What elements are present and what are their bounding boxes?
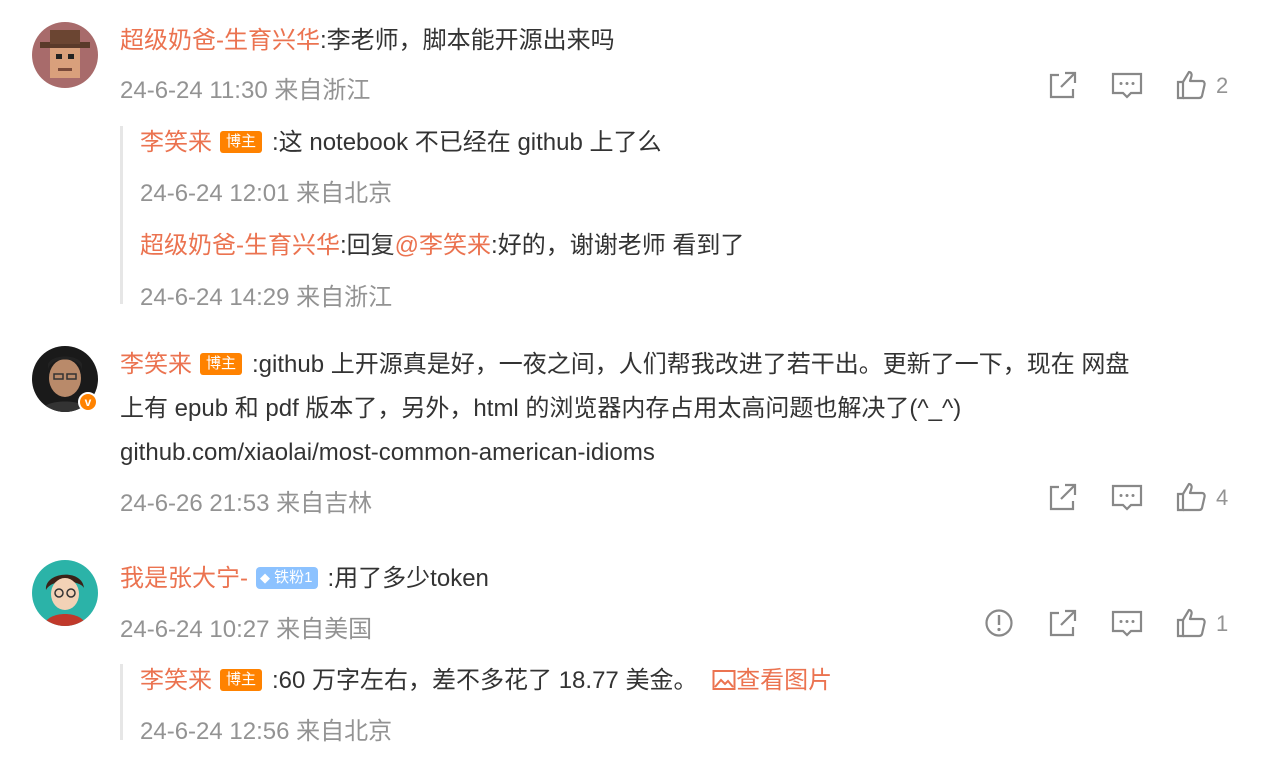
author-name[interactable]: 李笑来 <box>120 351 192 378</box>
comment-icon <box>1111 72 1143 99</box>
share-button[interactable] <box>1046 606 1080 640</box>
like-count: 1 <box>1216 611 1229 636</box>
view-image-link[interactable]: 查看图片 <box>712 667 832 694</box>
view-image-label[interactable]: 查看图片 <box>736 667 832 694</box>
comment-link[interactable]: github.com/xiaolai/most-common-american-… <box>120 436 655 470</box>
like-icon <box>1176 70 1206 100</box>
verified-badge: v <box>78 392 98 412</box>
reply-1: 李笑来 博主 :这 notebook 不已经在 github 上了么 <box>140 126 662 160</box>
share-button[interactable] <box>1046 68 1080 102</box>
author-name[interactable]: 李笑来 <box>140 129 212 156</box>
avatar-zhang-daning[interactable] <box>32 560 98 626</box>
mention-link[interactable]: @李笑来 <box>395 232 491 259</box>
diamond-icon: ◆ <box>260 570 270 585</box>
comment-icon <box>1111 610 1143 637</box>
image-icon <box>712 670 736 690</box>
like-button[interactable] <box>1174 480 1208 514</box>
reply-meta: 24-6-24 12:01 来自北京 <box>140 180 393 207</box>
reply-meta: 24-6-24 12:56 来自北京 <box>140 718 393 745</box>
like-icon <box>1176 608 1206 638</box>
comment-text-line-1: :github 上开源真是好，一夜之间，人们帮我改进了若干出。更新了一下，现在 … <box>252 351 1130 378</box>
report-button[interactable] <box>982 606 1016 640</box>
comment-button[interactable] <box>1110 606 1144 640</box>
reply-2: 超级奶爸-生育兴华:回复@李笑来:好的，谢谢老师 看到了 <box>140 229 744 263</box>
comment-button[interactable] <box>1110 68 1144 102</box>
reply-1: 李笑来 博主 :60 万字左右，差不多花了 18.77 美金。 查看图片 <box>140 664 832 698</box>
comment-icon <box>1111 484 1143 511</box>
comment-meta: 24-6-24 10:27 来自美国 <box>120 616 373 643</box>
share-button[interactable] <box>1046 480 1080 514</box>
comment-text: :李老师，脚本能开源出来吗 <box>320 27 615 54</box>
like-button[interactable] <box>1174 606 1208 640</box>
reply-meta: 24-6-24 14:29 来自浙江 <box>140 284 393 311</box>
report-icon <box>985 609 1013 637</box>
author-name[interactable]: 李笑来 <box>140 667 212 694</box>
author-name[interactable]: 超级奶爸-生育兴华 <box>120 27 320 54</box>
reply-prefix: :回复 <box>340 232 395 259</box>
reply-divider <box>120 664 123 740</box>
author-badge: 博主 <box>220 131 263 153</box>
comment-text: :用了多少token <box>327 565 489 592</box>
fan-badge-label: 铁粉1 <box>274 569 313 586</box>
reply-text: :60 万字左右，差不多花了 18.77 美金。 <box>272 667 698 694</box>
comment-meta: 24-6-26 21:53 来自吉林 <box>120 490 373 517</box>
like-count: 2 <box>1216 73 1229 98</box>
author-name[interactable]: 我是张大宁- <box>120 565 248 592</box>
share-icon <box>1049 71 1077 99</box>
like-icon <box>1176 482 1206 512</box>
avatar-nanny-dad[interactable] <box>32 22 98 88</box>
author-name[interactable]: 超级奶爸-生育兴华 <box>140 232 340 259</box>
reply-divider <box>120 126 123 304</box>
comment-text-line-2: 上有 epub 和 pdf 版本了，另外，html 的浏览器内存占用太高问题也解… <box>120 395 962 422</box>
comment-button[interactable] <box>1110 480 1144 514</box>
fan-badge: ◆ 铁粉1 <box>256 567 318 589</box>
comment-meta: 24-6-24 11:30 来自浙江 <box>120 77 371 104</box>
share-icon <box>1049 483 1077 511</box>
reply-text: :这 notebook 不已经在 github 上了么 <box>272 129 662 156</box>
reply-text: :好的，谢谢老师 看到了 <box>491 232 745 259</box>
like-count: 4 <box>1216 485 1229 510</box>
author-badge: 博主 <box>220 669 263 691</box>
author-badge: 博主 <box>200 353 243 375</box>
like-button[interactable] <box>1174 68 1208 102</box>
share-icon <box>1049 609 1077 637</box>
